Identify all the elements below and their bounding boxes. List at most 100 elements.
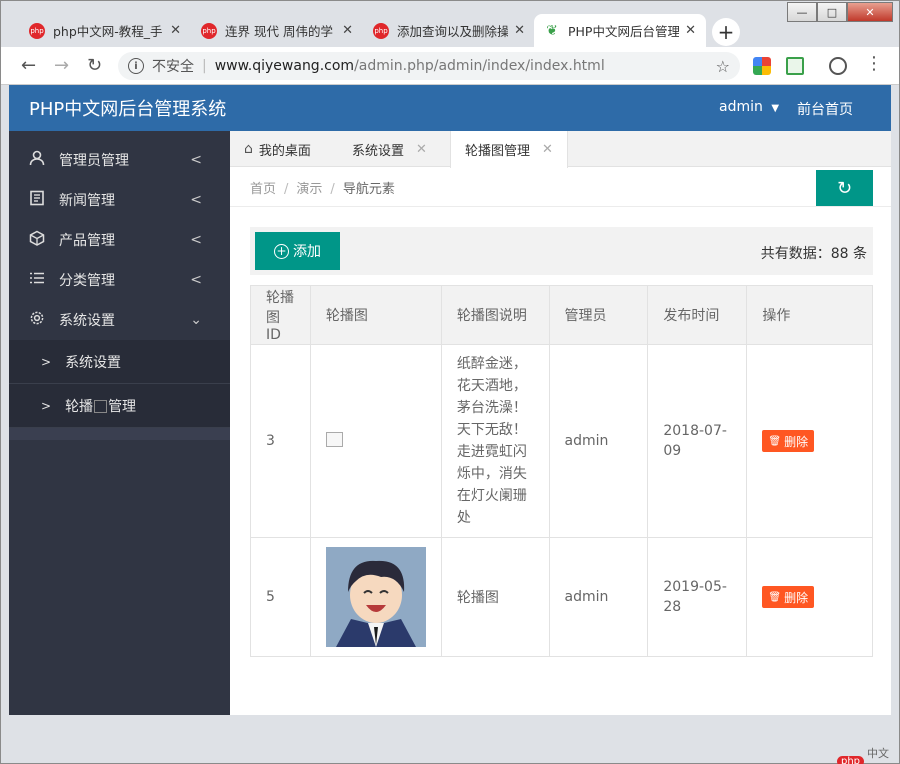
sidebar-item-products[interactable]: 产品管理 < — [9, 220, 230, 260]
tab-carousel-manage[interactable]: 轮播图管理 ✕ — [450, 131, 568, 168]
sidebar-item-label: 分类管理 — [59, 273, 115, 289]
refresh-button[interactable]: ↻ — [816, 170, 873, 206]
forward-icon[interactable]: → — [54, 55, 69, 76]
breadcrumb-home[interactable]: 首页 — [250, 182, 276, 197]
trash-icon: 🗑 — [768, 435, 782, 447]
tab-desktop[interactable]: ⌂ 我的桌面 — [230, 131, 325, 167]
cell-time: 2019-05-28 — [647, 537, 748, 657]
cell-actions: 🗑 删除 — [746, 344, 873, 538]
add-button[interactable]: + 添加 — [255, 232, 340, 270]
admin-username: admin — [719, 99, 763, 115]
browser-toolbar: ← → ↻ i 不安全 | www.qiyewang.com /admin.ph… — [1, 47, 899, 85]
back-icon[interactable]: ← — [21, 55, 36, 76]
column-header-image: 轮播图 — [309, 285, 442, 345]
close-tab-icon[interactable]: ✕ — [514, 23, 525, 38]
document-icon — [27, 190, 47, 210]
chevron-right-icon: > — [41, 398, 52, 413]
sidebar-item-label: 系统设置 — [59, 313, 115, 329]
close-window-button[interactable]: ✕ — [847, 2, 893, 22]
browser-menu-icon[interactable]: ⋮ — [865, 53, 883, 74]
column-header-admin: 管理员 — [548, 285, 649, 345]
reload-icon[interactable]: ↻ — [87, 55, 102, 76]
url-host: www.qiyewang.com — [214, 58, 355, 74]
close-icon[interactable]: ✕ — [542, 142, 553, 157]
sidebar-item-settings[interactable]: 系统设置 ⌄ — [9, 300, 230, 340]
delete-button[interactable]: 🗑 删除 — [762, 586, 815, 608]
php-favicon-icon: php — [29, 22, 45, 39]
sidebar-item-label: 产品管理 — [59, 233, 115, 249]
sidebar-item-news[interactable]: 新闻管理 < — [9, 180, 230, 220]
minimize-button[interactable]: — — [787, 2, 817, 22]
cell-id: 3 — [250, 344, 311, 538]
extension-doc-icon[interactable] — [786, 57, 804, 75]
close-tab-icon[interactable]: ✕ — [685, 23, 696, 38]
bookmark-star-icon[interactable]: ☆ — [716, 57, 730, 76]
browser-tab-4-active[interactable]: ❦ PHP中文网后台管理 ✕ — [534, 14, 706, 47]
cell-description: 轮播图 — [440, 537, 550, 657]
action-bar: + 添加 共有数据：88 条 — [250, 227, 873, 275]
leaf-favicon-icon: ❦ — [546, 22, 558, 39]
total-count: 共有数据：88 条 — [760, 246, 867, 262]
browser-tab-1[interactable]: php php中文网-教程_手 ✕ — [19, 14, 191, 47]
browser-tab-2[interactable]: php 连界 现代 周伟的学 ✕ — [191, 14, 363, 47]
box-icon — [27, 230, 47, 250]
site-watermark: php 中文网 — [837, 745, 899, 764]
cell-admin: admin — [548, 537, 649, 657]
tab-strip: php php中文网-教程_手 ✕ php 连界 现代 周伟的学 ✕ php 添… — [1, 1, 899, 47]
delete-button[interactable]: 🗑 删除 — [762, 430, 815, 452]
url-path: /admin.php/admin/index/index.html — [354, 58, 605, 74]
cell-image — [309, 537, 442, 657]
browser-tab-title: 连界 现代 周伟的学 — [225, 24, 333, 39]
sidebar-item-label: 新闻管理 — [59, 193, 115, 209]
submenu-item-system-settings[interactable]: > 系统设置 — [9, 340, 230, 384]
extension-color-icon[interactable] — [753, 57, 771, 75]
browser-tab-title: php中文网-教程_手 — [53, 24, 163, 39]
window-controls: — □ ✕ — [787, 2, 893, 22]
table-row: 3 纸醉金迷，花天酒地，茅台洗澡！天下无敌！走进霓虹闪烁中，消失在灯火阑珊处 a… — [250, 344, 873, 538]
sidebar-item-label: 管理员管理 — [59, 153, 129, 169]
breadcrumb-demo[interactable]: 演示 — [296, 182, 322, 197]
browser-tab-title: 添加查询以及删除操 — [397, 24, 509, 39]
cell-image — [309, 344, 442, 538]
address-bar[interactable]: i 不安全 | www.qiyewang.com /admin.php/admi… — [118, 52, 740, 80]
cell-description: 纸醉金迷，花天酒地，茅台洗澡！天下无敌！走进霓虹闪烁中，消失在灯火阑珊处 — [440, 344, 550, 538]
chevron-left-icon: < — [190, 232, 202, 248]
sidebar-item-admins[interactable]: 管理员管理 < — [9, 140, 230, 180]
frontpage-link[interactable]: 前台首页 — [797, 99, 853, 119]
maximize-button[interactable]: □ — [817, 2, 847, 22]
cell-time: 2018-07-09 — [647, 344, 748, 538]
refresh-icon: ↻ — [836, 177, 853, 199]
admin-user-menu[interactable]: admin ▼ — [719, 99, 779, 115]
column-header-id: 轮播图ID — [250, 285, 311, 345]
top-header: PHP中文网后台管理系统 admin ▼ 前台首页 — [9, 85, 891, 131]
table-row: 5 轮播图 admin 2019-05-28 🗑 删除 — [250, 537, 873, 657]
close-icon[interactable]: ✕ — [416, 142, 427, 157]
browser-tab-3[interactable]: php 添加查询以及删除操 ✕ — [363, 14, 535, 47]
chevron-left-icon: < — [190, 272, 202, 288]
tab-system-settings[interactable]: 系统设置 ✕ — [338, 131, 441, 167]
settings-submenu: > 系统设置 > 轮播 管理 — [9, 340, 230, 428]
browser-tab-title: PHP中文网后台管理 — [568, 24, 680, 39]
info-icon[interactable]: i — [128, 58, 144, 74]
close-tab-icon[interactable]: ✕ — [342, 23, 353, 38]
php-favicon-icon: php — [373, 22, 389, 39]
account-icon[interactable] — [829, 57, 847, 75]
cell-actions: 🗑 删除 — [746, 537, 873, 657]
sidebar-divider — [9, 428, 230, 440]
cell-id: 5 — [250, 537, 311, 657]
security-label: 不安全 — [152, 59, 194, 75]
trash-icon: 🗑 — [768, 591, 782, 603]
column-header-actions: 操作 — [746, 285, 873, 345]
close-tab-icon[interactable]: ✕ — [170, 23, 181, 38]
submenu-item-carousel[interactable]: > 轮播 管理 — [9, 384, 230, 428]
new-tab-button[interactable]: + — [712, 18, 740, 46]
php-favicon-icon: php — [201, 22, 217, 39]
browser-window: php php中文网-教程_手 ✕ php 连界 现代 周伟的学 ✕ php 添… — [0, 0, 900, 764]
sidebar-item-categories[interactable]: 分类管理 < — [9, 260, 230, 300]
column-header-time: 发布时间 — [647, 285, 748, 345]
table-header-row: 轮播图ID 轮播图 轮播图说明 管理员 发布时间 操作 — [250, 285, 873, 345]
brand-title: PHP中文网后台管理系统 — [29, 99, 227, 120]
carousel-thumbnail-image — [325, 547, 426, 647]
home-icon: ⌂ — [244, 141, 253, 157]
sidebar: 管理员管理 < 新闻管理 < 产品管理 < 分类管理 < 系统设置 ⌄ > 系统… — [9, 131, 230, 715]
